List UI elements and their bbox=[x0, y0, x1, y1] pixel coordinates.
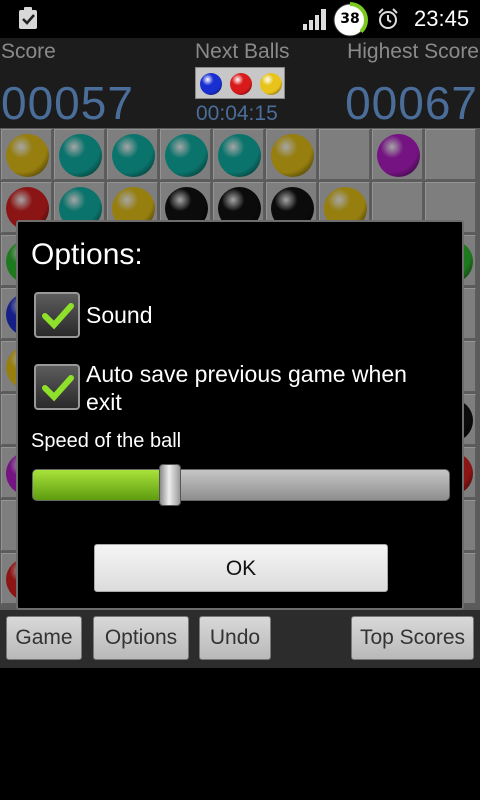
next-ball bbox=[230, 73, 252, 95]
undo-button[interactable]: Undo bbox=[199, 616, 271, 660]
game-button[interactable]: Game bbox=[6, 616, 82, 660]
speed-slider-thumb[interactable] bbox=[158, 464, 181, 506]
speed-slider-fill bbox=[33, 470, 171, 500]
speed-label: Speed of the ball bbox=[31, 430, 182, 452]
score-value: 00057 bbox=[1, 77, 134, 129]
top-scores-button[interactable]: Top Scores bbox=[351, 616, 474, 660]
autosave-checkbox[interactable] bbox=[34, 364, 80, 410]
alarm-icon bbox=[378, 8, 398, 29]
empty-area bbox=[0, 668, 480, 800]
sound-label: Sound bbox=[86, 302, 153, 328]
status-bar: 38 23:45 bbox=[0, 0, 480, 38]
signal-icon bbox=[303, 9, 326, 30]
game-timer: 00:04:15 bbox=[196, 102, 278, 125]
clipboard-check-icon bbox=[19, 7, 37, 29]
autosave-label: Auto save previous game when exit bbox=[86, 361, 407, 415]
options-dialog: Options: Sound Auto save previous game w… bbox=[16, 220, 464, 610]
checkmark-icon bbox=[42, 375, 74, 402]
highest-score-value: 00067 bbox=[345, 77, 478, 129]
speed-slider[interactable] bbox=[32, 469, 450, 501]
next-balls-preview bbox=[195, 67, 285, 99]
next-ball bbox=[200, 73, 222, 95]
ok-button[interactable]: OK bbox=[94, 544, 388, 592]
score-header: Score Next Balls Highest Score 00057 000… bbox=[0, 38, 480, 129]
battery-level-text: 38 bbox=[340, 11, 360, 27]
score-label: Score bbox=[1, 40, 56, 63]
checkmark-icon bbox=[42, 303, 74, 330]
options-button[interactable]: Options bbox=[93, 616, 189, 660]
bottom-toolbar: Game Options Undo Top Scores bbox=[0, 610, 480, 668]
next-balls-label: Next Balls bbox=[195, 40, 290, 63]
sound-checkbox[interactable] bbox=[34, 292, 80, 338]
status-time: 23:45 bbox=[414, 6, 470, 31]
dialog-title: Options: bbox=[31, 238, 143, 271]
highest-score-label: Highest Score bbox=[347, 40, 479, 63]
next-ball bbox=[260, 73, 282, 95]
